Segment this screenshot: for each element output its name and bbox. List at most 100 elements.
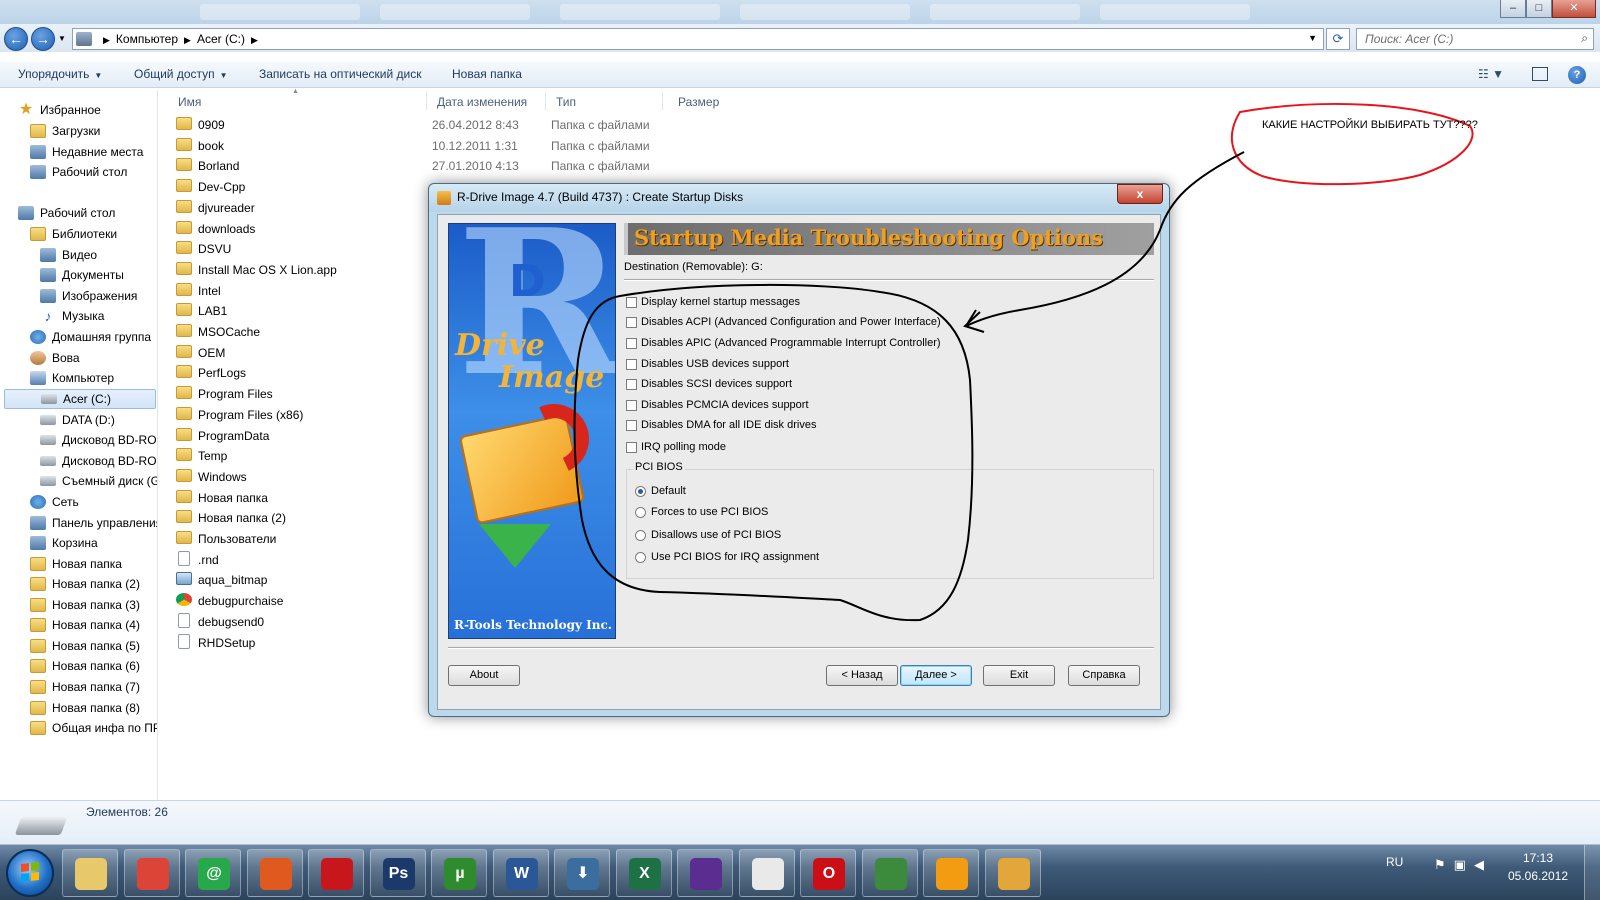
checkbox-box[interactable] — [626, 399, 637, 411]
organize-button[interactable]: Упорядочить ▼ — [18, 67, 102, 81]
dialog-close-button[interactable]: x — [1117, 184, 1163, 204]
checkbox-box[interactable] — [626, 441, 637, 453]
taskbar-button-opera[interactable]: O — [800, 849, 856, 897]
exit-button[interactable]: Exit — [983, 665, 1055, 686]
nav-item[interactable]: Новая папка (4) — [0, 615, 140, 635]
taskbar-button-word[interactable]: W — [492, 849, 549, 897]
nav-item[interactable]: Компьютер — [0, 368, 114, 388]
nav-item[interactable]: Сеть — [0, 492, 79, 512]
nav-item[interactable]: Новая папка (5) — [0, 636, 140, 656]
maximize-button[interactable]: □ — [1526, 0, 1552, 18]
nav-item[interactable]: Вова — [0, 348, 80, 368]
taskbar-button-evernote[interactable] — [861, 849, 918, 897]
chevron-right-icon[interactable]: ▶ — [251, 35, 258, 45]
taskbar-button-calendar[interactable] — [738, 849, 795, 897]
view-options-icon[interactable]: ☷ ▼ — [1478, 67, 1504, 81]
nav-item[interactable]: Новая папка (3) — [0, 595, 140, 615]
about-button[interactable]: About — [448, 665, 520, 686]
option-checkbox[interactable]: IRQ polling mode — [626, 438, 726, 456]
radio-button[interactable] — [635, 529, 646, 541]
back-icon[interactable]: ← — [4, 27, 28, 51]
taskbar-button-burner[interactable] — [246, 849, 303, 897]
address-field[interactable]: ▶ Компьютер ▶ Acer (C:) ▶ ▼ — [72, 28, 1324, 50]
pci-bios-radio[interactable]: Disallows use of PCI BIOS — [635, 526, 781, 544]
radio-button[interactable] — [635, 485, 646, 497]
pci-bios-radio[interactable]: Forces to use PCI BIOS — [635, 503, 768, 521]
taskbar-button-chrome[interactable] — [123, 849, 180, 897]
taskbar-button-explorer[interactable] — [62, 849, 118, 897]
option-checkbox[interactable]: Disables USB devices support — [626, 355, 789, 373]
nav-item[interactable]: Новая папка (7) — [0, 677, 140, 697]
pci-bios-radio[interactable]: Use PCI BIOS for IRQ assignment — [635, 548, 819, 566]
radio-button[interactable] — [635, 551, 646, 563]
column-name[interactable]: Имя — [178, 95, 201, 109]
nav-item[interactable]: Изображения — [0, 286, 137, 306]
nav-item[interactable]: Рабочий стол — [0, 203, 115, 223]
checkbox-box[interactable] — [626, 358, 637, 370]
search-icon[interactable]: ⌕ — [1581, 31, 1588, 46]
nav-item[interactable]: Документы — [0, 265, 124, 285]
taskbar-button-chat[interactable] — [923, 849, 979, 897]
column-divider[interactable] — [545, 92, 546, 110]
refresh-icon[interactable]: ⟳ — [1326, 28, 1350, 50]
new-folder-button[interactable]: Новая папка — [452, 67, 522, 81]
checkbox-box[interactable] — [626, 419, 637, 431]
chevron-right-icon[interactable]: ▶ — [103, 35, 110, 45]
show-desktop-button[interactable] — [1584, 845, 1600, 900]
volume-icon[interactable]: ◀ — [1474, 857, 1492, 872]
nav-item[interactable]: Общая инфа по ПР — [0, 718, 157, 738]
taskbar-button-downloader[interactable]: ⬇ — [554, 849, 610, 897]
option-checkbox[interactable]: Disables APIC (Advanced Programmable Int… — [626, 334, 941, 352]
breadcrumb-item[interactable]: Acer (C:) — [197, 32, 245, 46]
nav-item[interactable]: DATA (D:) — [0, 410, 115, 430]
checkbox-box[interactable] — [626, 378, 637, 390]
column-date[interactable]: Дата изменения — [437, 95, 527, 109]
taskbar-button-rdrive[interactable] — [984, 849, 1041, 897]
radio-button[interactable] — [635, 506, 646, 518]
option-checkbox[interactable]: Disables SCSI devices support — [626, 375, 792, 393]
nav-item[interactable]: Панель управления — [0, 513, 157, 533]
nav-item[interactable]: Корзина — [0, 533, 98, 553]
option-checkbox[interactable]: Disables PCMCIA devices support — [626, 396, 809, 414]
taskbar-button-photoshop[interactable]: Ps — [369, 849, 426, 897]
nav-item[interactable]: Домашняя группа — [0, 327, 151, 347]
clock-date[interactable]: 05.06.2012 — [1502, 869, 1574, 883]
burn-button[interactable]: Записать на оптический диск — [259, 67, 422, 81]
taskbar-button-acrobat[interactable] — [308, 849, 364, 897]
nav-item[interactable]: ★ Избранное — [0, 100, 101, 120]
close-button[interactable]: ✕ — [1552, 0, 1596, 18]
chevron-right-icon[interactable]: ▶ — [184, 35, 191, 45]
nav-item[interactable]: Рабочий стол — [0, 162, 127, 182]
column-divider[interactable] — [662, 92, 663, 110]
file-row[interactable]: Borland 27.01.2010 4:13 Папка с файлами — [170, 155, 690, 175]
breadcrumb-item[interactable]: Компьютер — [116, 32, 178, 46]
nav-item[interactable]: Съемный диск (G — [0, 471, 157, 491]
checkbox-box[interactable] — [626, 296, 637, 308]
back-button[interactable]: < Назад — [826, 665, 898, 686]
nav-item[interactable]: Видео — [0, 245, 97, 265]
taskbar-button-excel[interactable]: X — [615, 849, 672, 897]
nav-item[interactable]: Новая папка (2) — [0, 574, 140, 594]
option-checkbox[interactable]: Display kernel startup messages — [626, 293, 800, 311]
column-type[interactable]: Тип — [556, 95, 576, 109]
clock-time[interactable]: 17:13 — [1506, 851, 1570, 865]
start-button[interactable] — [6, 849, 54, 897]
nav-item[interactable]: Acer (C:) — [4, 389, 156, 409]
taskbar-button-icq[interactable]: @ — [185, 849, 241, 897]
checkbox-box[interactable] — [626, 316, 637, 328]
flag-icon[interactable]: ⚑ — [1434, 857, 1454, 872]
file-row[interactable]: book 10.12.2011 1:31 Папка с файлами — [170, 135, 690, 155]
history-dropdown-icon[interactable]: ▼ — [58, 34, 66, 43]
minimize-button[interactable]: – — [1500, 0, 1526, 18]
nav-item[interactable]: ♪ Музыка — [0, 306, 105, 326]
nav-item[interactable]: Дисковод BD-ROM — [0, 451, 157, 471]
preview-pane-icon[interactable] — [1532, 67, 1548, 81]
nav-item[interactable]: Загрузки — [0, 121, 100, 141]
pci-bios-radio[interactable]: Default — [635, 482, 686, 500]
checkbox-box[interactable] — [626, 337, 637, 349]
file-row[interactable]: 0909 26.04.2012 8:43 Папка с файлами — [170, 114, 690, 134]
share-button[interactable]: Общий доступ ▼ — [134, 67, 228, 81]
option-checkbox[interactable]: Disables ACPI (Advanced Configuration an… — [626, 313, 941, 331]
language-indicator[interactable]: RU — [1386, 855, 1403, 869]
column-divider[interactable] — [426, 92, 427, 110]
